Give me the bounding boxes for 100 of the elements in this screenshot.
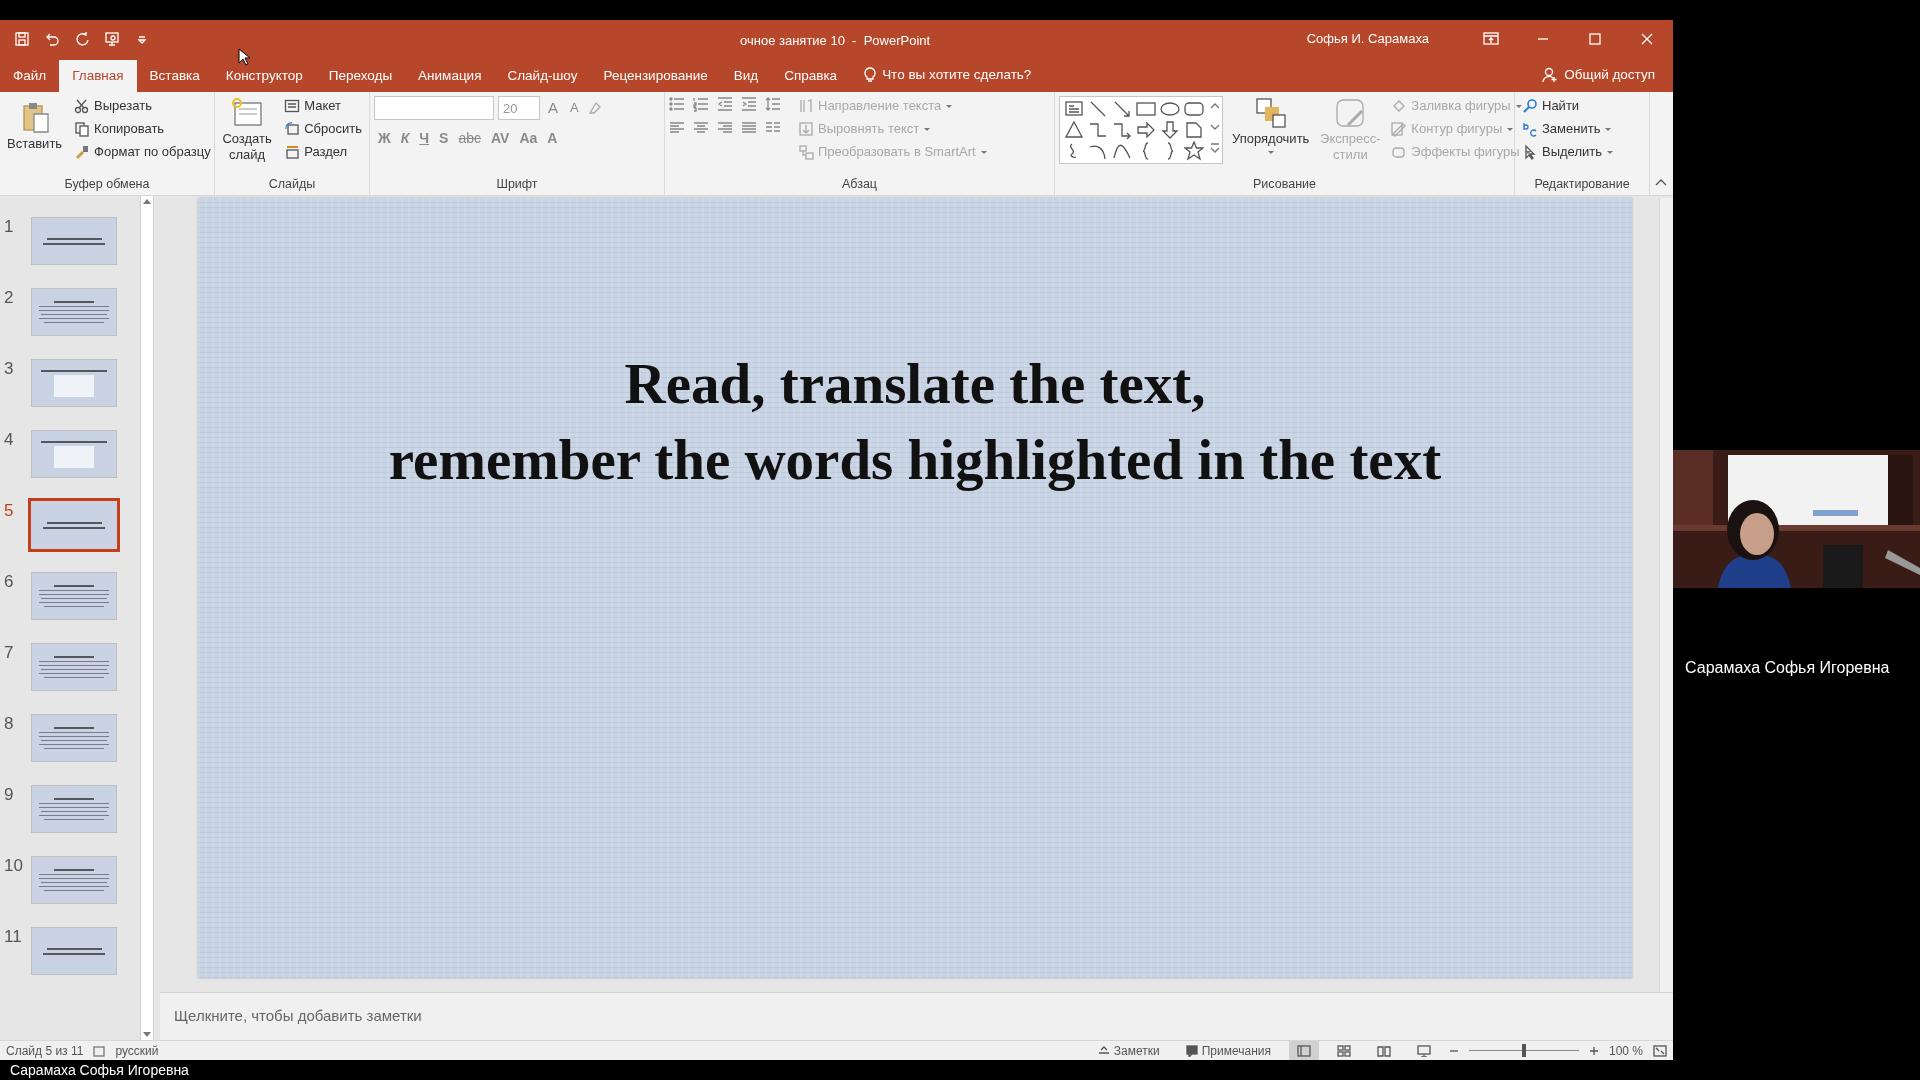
- ribbon-tab[interactable]: Рецензирование: [590, 60, 721, 92]
- scrollbar[interactable]: [1659, 198, 1673, 992]
- format-button[interactable]: S: [435, 128, 453, 149]
- slide-title: Read, translate the text, remember the words highlighted in the text: [388, 351, 1442, 493]
- caret-icon: [1506, 126, 1515, 132]
- font-size-button[interactable]: A: [544, 96, 562, 120]
- line-shape-icon[interactable]: [1088, 99, 1108, 119]
- font-name-field[interactable]: [374, 96, 494, 120]
- ribbon-tab[interactable]: Конструктор: [212, 60, 316, 92]
- gallery-more-icon[interactable]: [1208, 141, 1222, 155]
- replace-icon: [1522, 121, 1538, 137]
- star-shape-icon[interactable]: [1184, 141, 1204, 161]
- align-right-icon: [717, 120, 733, 136]
- undo-icon[interactable]: [44, 31, 60, 47]
- ribbon-tab[interactable]: Вставка: [136, 60, 213, 92]
- flowchart-shape-icon[interactable]: [1184, 120, 1204, 140]
- arrow-shape-icon[interactable]: [1112, 99, 1132, 119]
- mouse-cursor-icon: [238, 48, 250, 66]
- ribbon-command[interactable]: Вставить: [4, 96, 66, 175]
- rectangle-shape-icon[interactable]: [1136, 99, 1156, 119]
- new-slide-icon: [231, 97, 264, 129]
- format-button[interactable]: Aa: [515, 128, 542, 149]
- comments-button[interactable]: Примечания: [1177, 1041, 1279, 1060]
- slide-number: 10: [3, 855, 24, 877]
- slide-number: 4: [3, 429, 15, 451]
- caret-icon: [1606, 149, 1614, 155]
- ribbon-tab[interactable]: Файл: [0, 60, 60, 92]
- save-icon[interactable]: [14, 31, 30, 47]
- ribbon-tab[interactable]: Справка: [771, 60, 851, 92]
- indent-decrease-icon: [717, 96, 733, 112]
- slide-thumbnail[interactable]: [28, 498, 120, 552]
- window-title: очное занятие 10 - PowerPoint: [740, 32, 931, 50]
- right-arrow-shape-icon[interactable]: [1136, 120, 1156, 140]
- ribbon-command[interactable]: Формат по образцу: [71, 142, 214, 162]
- ribbon-command[interactable]: Макет: [281, 96, 365, 116]
- ribbon-command[interactable]: Упорядочить: [1229, 96, 1313, 175]
- oval-shape-icon[interactable]: [1160, 99, 1180, 119]
- outline-icon: [1391, 121, 1408, 137]
- triangle-shape-icon[interactable]: [1064, 120, 1084, 140]
- user-name: Софья И. Сарамаха: [1306, 30, 1429, 49]
- notes-icon: [1097, 1044, 1110, 1057]
- format-button[interactable]: Ж: [374, 128, 395, 149]
- search-prompt[interactable]: Что вы хотите сделать?: [882, 64, 1032, 86]
- format-button[interactable]: AV: [487, 128, 514, 149]
- format-button[interactable]: abc: [454, 128, 486, 149]
- ribbon-command[interactable]: Создать слайд: [219, 96, 276, 175]
- format-button[interactable]: Ч: [415, 128, 434, 149]
- close-icon[interactable]: [1639, 31, 1655, 47]
- zoom-slider-thumb[interactable]: [1521, 1044, 1526, 1057]
- caret-icon: [1266, 149, 1275, 155]
- ribbon-command[interactable]: Копировать: [71, 119, 214, 139]
- slide-number: 11: [3, 926, 23, 948]
- quick-styles-icon: [1334, 97, 1367, 129]
- ribbon-command[interactable]: Сбросить: [281, 119, 365, 139]
- slide-number: 5: [3, 500, 15, 522]
- presentation-icon[interactable]: [104, 31, 120, 47]
- down-arrow-shape-icon[interactable]: [1160, 120, 1180, 140]
- view-button[interactable]: [1288, 1041, 1319, 1060]
- format-button[interactable]: A: [543, 128, 562, 149]
- font-size-button[interactable]: A: [566, 98, 583, 118]
- ribbon-tab[interactable]: Слайд-шоу: [494, 60, 591, 92]
- notes-button[interactable]: Заметки: [1089, 1041, 1168, 1060]
- slide-number: 6: [3, 571, 15, 593]
- ribbon-tab[interactable]: Главная: [59, 60, 137, 92]
- comment-icon: [1185, 1044, 1198, 1057]
- caret-icon: [923, 126, 932, 132]
- brush-icon: [74, 144, 91, 160]
- ribbon-tab[interactable]: Анимация: [405, 60, 495, 92]
- ribbon-tab[interactable]: Вид: [720, 60, 772, 92]
- slide-number: 1: [3, 216, 15, 238]
- reset-icon: [284, 121, 301, 137]
- zoom-in-icon: [1588, 1045, 1599, 1056]
- effects-icon: [1391, 144, 1408, 160]
- reading-view-icon: [1376, 1044, 1391, 1057]
- zoom-level[interactable]: 100 %: [1608, 1041, 1643, 1060]
- indent-increase-icon: [741, 96, 757, 112]
- person-add-icon: [1542, 67, 1559, 83]
- share-link[interactable]: Общий доступ: [1564, 64, 1655, 86]
- maximize-icon[interactable]: [1587, 31, 1603, 47]
- elbow-arrow-shape-icon[interactable]: [1112, 120, 1132, 140]
- ribbon-command[interactable]: Раздел: [281, 142, 365, 162]
- font-size-field[interactable]: 20: [498, 96, 540, 120]
- group-label: Буфер обмена: [63, 176, 151, 193]
- elbow-connector-shape-icon[interactable]: [1088, 120, 1108, 140]
- collapse-ribbon-icon[interactable]: [1655, 178, 1667, 186]
- bullets-icon: [669, 96, 685, 112]
- format-button[interactable]: К: [396, 128, 414, 149]
- ribbon-display-icon[interactable]: [1483, 31, 1499, 47]
- text-box-shape-icon[interactable]: [1064, 99, 1084, 119]
- redo-icon[interactable]: [74, 31, 90, 47]
- rounded-rectangle-shape-icon[interactable]: [1184, 99, 1204, 119]
- notes-placeholder[interactable]: Щелкните, чтобы добавить заметки: [160, 992, 1673, 1040]
- caret-icon: [979, 149, 988, 155]
- ribbon-tab[interactable]: Переходы: [315, 60, 406, 92]
- clear-format-icon: [586, 100, 603, 116]
- ribbon-command[interactable]: Вырезать: [71, 96, 214, 116]
- caret-icon: [1604, 126, 1613, 132]
- language-label[interactable]: русский: [115, 1041, 159, 1060]
- group-label: Слайды: [267, 176, 317, 193]
- line-spacing-icon: [765, 96, 781, 112]
